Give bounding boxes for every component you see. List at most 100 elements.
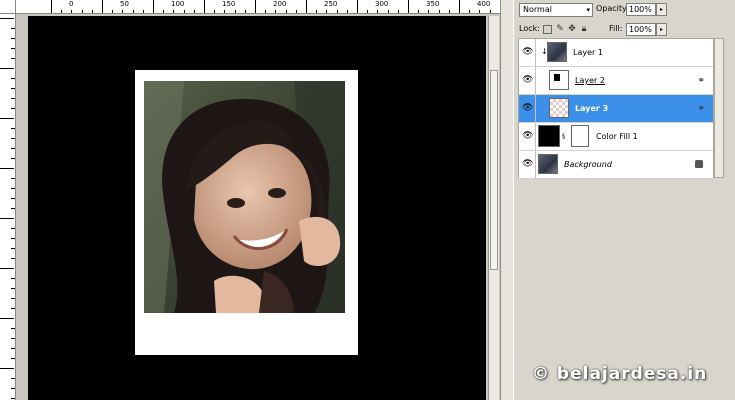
ruler-tick bbox=[0, 268, 14, 269]
ruler-tick bbox=[11, 98, 15, 99]
layer-thumbnail bbox=[547, 42, 567, 62]
ruler-tick bbox=[11, 138, 15, 139]
ruler-tick bbox=[397, 10, 399, 13]
layer-list: 👁︎ ↓ Layer 1 👁︎ Layer 2 ⚭ 👁︎ Layer 3 ⚭ � bbox=[518, 38, 714, 179]
ruler-tick bbox=[0, 118, 14, 119]
ruler-tick bbox=[469, 10, 471, 13]
document-window: 0 50 100 150 200 250 300 350 400 bbox=[0, 0, 501, 400]
ruler-tick bbox=[11, 78, 15, 79]
layer-thumbnail bbox=[538, 154, 558, 174]
chain-link-icon[interactable]: § bbox=[562, 133, 565, 140]
ruler-origin[interactable] bbox=[0, 0, 16, 14]
ruler-tick bbox=[11, 338, 15, 339]
ruler-tick bbox=[11, 28, 15, 29]
fill-slider-button[interactable]: ▸ bbox=[656, 23, 667, 36]
document-canvas[interactable] bbox=[28, 16, 486, 400]
ruler-tick bbox=[214, 10, 216, 13]
layer-row[interactable]: 👁︎ Layer 2 ⚭ bbox=[519, 67, 713, 95]
ruler-tick bbox=[0, 168, 14, 169]
vertical-ruler[interactable] bbox=[0, 14, 16, 400]
ruler-tick bbox=[11, 48, 15, 49]
layer-name[interactable]: Layer 1 bbox=[573, 48, 603, 58]
ruler-tick bbox=[316, 10, 318, 13]
ruler-tick bbox=[122, 10, 124, 13]
layer-row[interactable]: 👁︎ § Color Fill 1 bbox=[519, 123, 713, 151]
blend-mode-select[interactable]: Normal ▾ bbox=[519, 3, 593, 17]
eye-icon[interactable]: 👁︎ bbox=[522, 75, 533, 85]
ruler-tick bbox=[11, 58, 15, 59]
chain-link-icon[interactable]: ⚭ bbox=[697, 104, 705, 114]
eye-icon[interactable]: 👁︎ bbox=[522, 47, 533, 57]
layer-name[interactable]: Layer 2 bbox=[575, 76, 605, 86]
ruler-label: 50 bbox=[120, 0, 129, 8]
ruler-tick bbox=[438, 10, 440, 13]
layer-name[interactable]: Color Fill 1 bbox=[596, 132, 638, 142]
ruler-tick bbox=[11, 208, 15, 209]
ruler-tick bbox=[71, 10, 73, 13]
ruler-tick bbox=[336, 10, 338, 13]
ruler-tick bbox=[11, 378, 15, 379]
eye-icon[interactable]: 👁︎ bbox=[522, 131, 533, 141]
eye-icon[interactable]: 👁︎ bbox=[522, 103, 533, 113]
ruler-tick bbox=[0, 218, 14, 219]
ruler-tick bbox=[11, 188, 15, 189]
layer-thumbnail bbox=[549, 70, 569, 90]
eye-icon[interactable]: 👁︎ bbox=[522, 159, 533, 169]
divider bbox=[535, 95, 536, 122]
fill-input[interactable]: 100% bbox=[626, 23, 656, 36]
opacity-input[interactable]: 100% bbox=[626, 3, 656, 16]
opacity-label: Opacity: bbox=[596, 4, 629, 13]
ruler-tick bbox=[11, 88, 15, 89]
layer-row[interactable]: 👁︎ ↓ Layer 1 bbox=[519, 39, 713, 67]
layer-list-scrollbar[interactable] bbox=[714, 38, 724, 178]
divider bbox=[535, 151, 536, 178]
fill-label: Fill: bbox=[609, 24, 623, 33]
ruler-tick bbox=[11, 228, 15, 229]
ruler-tick bbox=[142, 10, 144, 13]
ruler-tick bbox=[204, 0, 205, 13]
ruler-tick bbox=[11, 238, 15, 239]
ruler-tick bbox=[0, 18, 14, 19]
ruler-tick bbox=[11, 398, 15, 399]
blend-mode-value: Normal bbox=[523, 5, 552, 14]
ruler-tick bbox=[234, 10, 236, 13]
ruler-tick bbox=[0, 68, 14, 69]
vertical-scrollbar[interactable] bbox=[488, 16, 499, 400]
ruler-label: 300 bbox=[375, 0, 389, 8]
ruler-tick bbox=[265, 10, 267, 13]
thumbnail-content bbox=[554, 74, 560, 81]
fill-thumbnail bbox=[538, 125, 560, 147]
portrait-illustration bbox=[144, 81, 345, 313]
ruler-tick bbox=[11, 128, 15, 129]
ruler-tick bbox=[275, 10, 277, 13]
ruler-label: 250 bbox=[324, 0, 338, 8]
ruler-tick bbox=[448, 10, 450, 13]
layer-name[interactable]: Layer 3 bbox=[575, 104, 608, 114]
polaroid-frame bbox=[135, 70, 358, 355]
move-icon[interactable]: ✥ bbox=[567, 24, 577, 34]
brush-icon[interactable]: ✎ bbox=[555, 24, 565, 34]
lock-transparency-icon[interactable] bbox=[543, 25, 552, 34]
ruler-tick bbox=[224, 10, 226, 13]
horizontal-ruler[interactable]: 0 50 100 150 200 250 300 350 400 bbox=[16, 0, 501, 14]
lock-icon[interactable]: 🔒︎ bbox=[579, 24, 589, 34]
layer-row[interactable]: 👁︎ Layer 3 ⚭ bbox=[519, 95, 713, 123]
ruler-tick bbox=[11, 148, 15, 149]
ruler-tick bbox=[173, 10, 175, 13]
panel-divider[interactable] bbox=[500, 0, 513, 400]
ruler-tick bbox=[102, 0, 103, 13]
layer-row[interactable]: 👁︎ Background bbox=[519, 151, 713, 179]
ruler-tick bbox=[153, 0, 154, 13]
ruler-tick bbox=[377, 10, 379, 13]
ruler-tick bbox=[285, 10, 287, 13]
ruler-tick bbox=[408, 0, 409, 13]
opacity-slider-button[interactable]: ▸ bbox=[656, 3, 667, 16]
ruler-tick bbox=[11, 328, 15, 329]
ruler-tick bbox=[387, 10, 389, 13]
divider bbox=[535, 39, 536, 66]
layer-name[interactable]: Background bbox=[564, 160, 612, 170]
ruler-tick bbox=[132, 10, 134, 13]
portrait-photo bbox=[144, 81, 345, 313]
scroll-thumb[interactable] bbox=[490, 70, 498, 270]
chain-link-icon[interactable]: ⚭ bbox=[697, 76, 705, 86]
